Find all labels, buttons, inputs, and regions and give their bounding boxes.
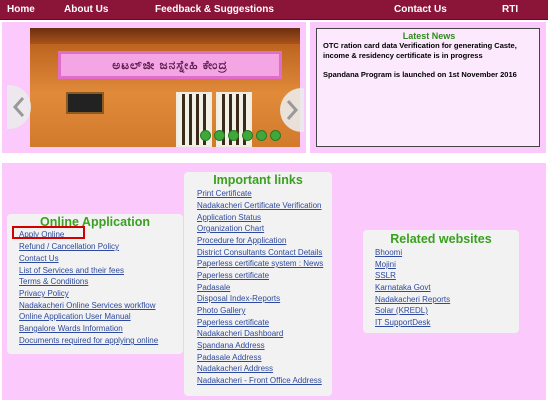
slider-dot[interactable] — [228, 130, 239, 141]
nav-feedback[interactable]: Feedback & Suggestions — [155, 4, 274, 15]
slider-dot[interactable] — [270, 130, 281, 141]
link-district-consultants[interactable]: District Consultants Contact Details — [197, 248, 322, 257]
link-bhoomi[interactable]: Bhoomi — [375, 248, 402, 257]
link-paperless-certificate[interactable]: Paperless certificate — [197, 271, 269, 280]
slider-dot[interactable] — [242, 130, 253, 141]
link-procedure-application[interactable]: Procedure for Application — [197, 236, 286, 245]
slider-dot[interactable] — [200, 130, 211, 141]
link-terms[interactable]: Terms & Conditions — [19, 277, 88, 286]
slider-prev-button[interactable] — [7, 85, 31, 129]
link-services-workflow[interactable]: Nadakacheri Online Services workflow — [19, 301, 156, 310]
link-organization-chart[interactable]: Organization Chart — [197, 224, 264, 233]
link-services-fees[interactable]: List of Services and their fees — [19, 266, 124, 275]
link-spandana-address[interactable]: Spandana Address — [197, 341, 265, 350]
link-solar-kredl[interactable]: Solar (KREDL) — [375, 306, 428, 315]
link-karnataka-govt[interactable]: Karnataka Govt — [375, 283, 431, 292]
slider-pagination — [200, 130, 281, 141]
link-paperless-certificate-2[interactable]: Paperless certificate — [197, 318, 269, 327]
signboard-text: ಅಟಲ್‌ಜೀ ಜನಸ್ನೇಹಿ ಕೇಂದ್ರ — [112, 57, 228, 72]
important-links-box: Important links Print Certificate Nadaka… — [184, 172, 332, 396]
link-it-supportdesk[interactable]: IT SupportDesk — [375, 318, 430, 327]
link-paperless-news[interactable]: Paperless certificate system : News — [197, 259, 323, 268]
news-item[interactable]: OTC ration card data Verification for ge… — [323, 41, 537, 61]
link-user-manual[interactable]: Online Application User Manual — [19, 312, 131, 321]
top-navigation-bar: Home About Us Feedback & Suggestions Con… — [0, 0, 548, 20]
link-mojini[interactable]: Mojini — [375, 260, 396, 269]
related-websites-box: Related websites Bhoomi Mojini SSLR Karn… — [363, 230, 519, 333]
link-front-office-address[interactable]: Nadakacheri - Front Office Address — [197, 376, 322, 385]
link-padasale-address[interactable]: Padasale Address — [197, 353, 262, 362]
link-wards-information[interactable]: Bangalore Wards Information — [19, 324, 123, 333]
slider-image: ಅಟಲ್‌ಜೀ ಜನಸ್ನೇಹಿ ಕೇಂದ್ರ — [30, 28, 300, 147]
news-item[interactable]: Spandana Program is launched on 1st Nove… — [323, 70, 537, 80]
link-privacy-policy[interactable]: Privacy Policy — [19, 289, 69, 298]
related-websites-title: Related websites — [390, 232, 492, 246]
link-refund-policy[interactable]: Refund / Cancellation Policy — [19, 242, 119, 251]
chevron-right-icon — [286, 100, 299, 120]
link-documents-required[interactable]: Documents required for applying online — [19, 336, 158, 345]
chevron-left-icon — [12, 97, 25, 117]
link-application-status[interactable]: Application Status — [197, 213, 261, 222]
link-certificate-verification[interactable]: Nadakacheri Certificate Verification — [197, 201, 322, 210]
latest-news-box: Latest News OTC ration card data Verific… — [316, 28, 540, 147]
nav-rti[interactable]: RTI — [502, 4, 518, 15]
link-photo-gallery[interactable]: Photo Gallery — [197, 306, 245, 315]
link-contact-us[interactable]: Contact Us — [19, 254, 59, 263]
link-print-certificate[interactable]: Print Certificate — [197, 189, 252, 198]
link-disposal-index[interactable]: Disposal Index-Reports — [197, 294, 280, 303]
slider-dot[interactable] — [256, 130, 267, 141]
nav-home[interactable]: Home — [7, 4, 35, 15]
wall-plaque — [66, 92, 104, 114]
nav-about-us[interactable]: About Us — [64, 4, 108, 15]
slider-dot[interactable] — [214, 130, 225, 141]
image-slider-panel: ಅಟಲ್‌ಜೀ ಜನಸ್ನೇಹಿ ಕೇಂದ್ರ — [2, 22, 306, 153]
office-signboard: ಅಟಲ್‌ಜೀ ಜನಸ್ನೇಹಿ ಕೇಂದ್ರ — [58, 51, 282, 79]
latest-news-title: Latest News — [402, 31, 456, 41]
link-padasale[interactable]: Padasale — [197, 283, 230, 292]
link-sslr[interactable]: SSLR — [375, 271, 396, 280]
link-nadakacheri-address[interactable]: Nadakacheri Address — [197, 364, 273, 373]
nav-contact-us[interactable]: Contact Us — [394, 4, 447, 15]
latest-news-panel: Latest News OTC ration card data Verific… — [310, 22, 546, 153]
apply-online-highlight — [12, 226, 85, 239]
link-nadakacheri-reports[interactable]: Nadakacheri Reports — [375, 295, 450, 304]
link-nadakacheri-dashboard[interactable]: Nadakacheri Dashboard — [197, 329, 283, 338]
important-links-title: Important links — [213, 173, 303, 187]
